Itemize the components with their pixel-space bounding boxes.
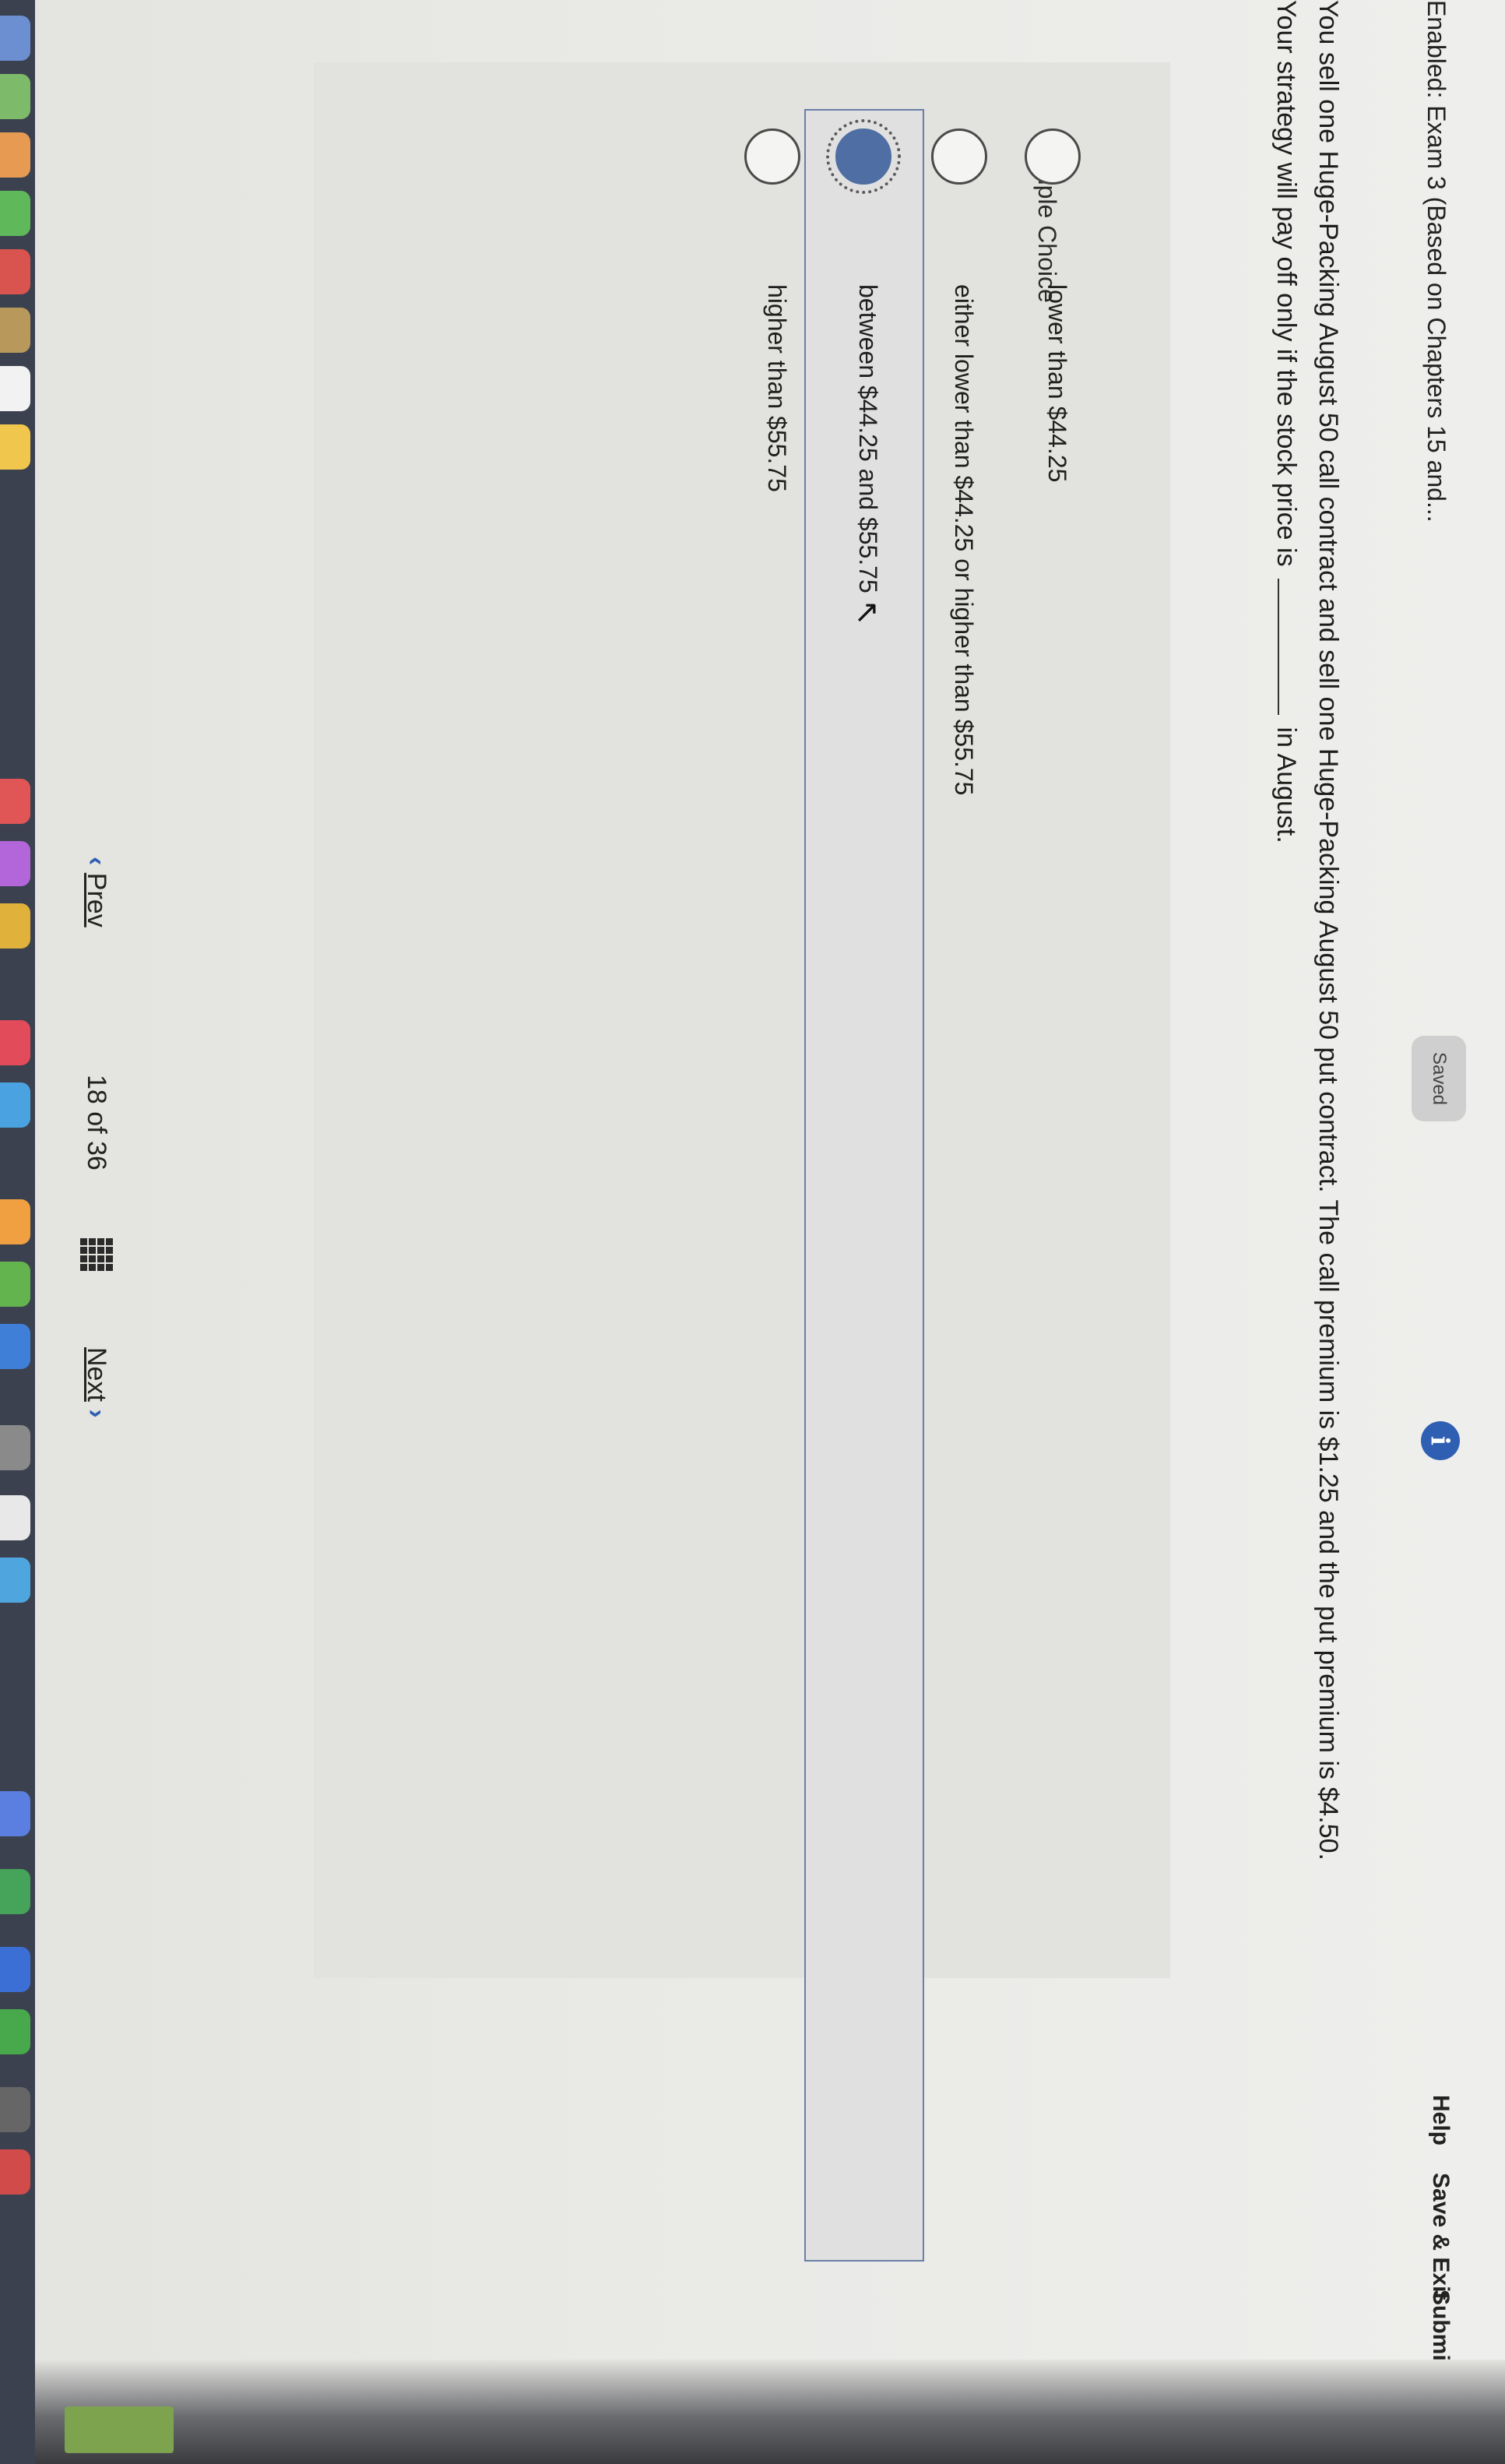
current-page: 18 [82, 1075, 111, 1104]
app-icon[interactable] [0, 2009, 30, 2054]
radio-button-selected[interactable] [826, 119, 901, 194]
maps-icon[interactable] [0, 74, 30, 119]
question-section: You sell one Huge-Packing August 50 call… [181, 0, 1349, 2262]
next-label: Next [82, 1347, 111, 1402]
answer-option-selected[interactable]: between $44.25 and $55.75 ↖ [798, 0, 924, 2262]
app-icon[interactable] [0, 1947, 30, 1992]
answer-option-label: lower than $44.25 [1043, 284, 1071, 483]
dock [0, 0, 35, 2464]
saved-status-badge: Saved [1412, 1036, 1466, 1121]
answer-options: lower than $44.25 either lower than $44.… [181, 0, 1349, 2262]
radio-button[interactable] [1025, 128, 1081, 185]
question-grid-icon[interactable] [79, 1238, 113, 1272]
app-icon[interactable] [0, 903, 30, 949]
exam-title: Enabled: Exam 3 (Based on Chapters 15 an… [1422, 0, 1450, 523]
app-icon[interactable] [0, 1869, 30, 1914]
app-icon[interactable] [0, 1791, 30, 1836]
radio-button[interactable] [744, 128, 800, 185]
info-icon[interactable]: i [1421, 1421, 1460, 1460]
numbers-icon[interactable] [0, 1262, 30, 1307]
notes-icon[interactable] [0, 424, 30, 470]
answer-option-label: between $44.25 and $55.75 [854, 284, 882, 593]
answer-option-label: higher than $55.75 [763, 284, 791, 492]
preview-icon[interactable] [0, 1082, 30, 1128]
screen-bezel [35, 2360, 1505, 2464]
next-button[interactable]: Next › [81, 1347, 111, 1418]
contacts-icon[interactable] [0, 308, 30, 353]
of-label: of [82, 1111, 111, 1134]
photos-icon[interactable] [0, 132, 30, 178]
keynote-icon[interactable] [0, 1324, 30, 1369]
news-icon[interactable] [0, 1020, 30, 1065]
mouse-pointer-icon: ↖ [850, 600, 884, 626]
question-navigation: ‹ Prev 18 of 36 Next › [41, 0, 119, 2360]
calendar-icon[interactable] [0, 249, 30, 294]
messages-icon[interactable] [0, 191, 30, 236]
app-icon[interactable] [0, 1558, 30, 1603]
podcasts-icon[interactable] [0, 841, 30, 886]
submit-link[interactable]: Submit [1427, 2290, 1454, 2369]
app-icon[interactable] [0, 2087, 30, 2132]
pages-icon[interactable] [0, 1199, 30, 1244]
finder-icon[interactable] [0, 16, 30, 61]
exam-screen: Enabled: Exam 3 (Based on Chapters 15 an… [0, 0, 1505, 2464]
prev-label: Prev [82, 872, 111, 928]
total-pages: 36 [82, 1141, 111, 1170]
pencil-icon [65, 2406, 174, 2453]
top-bar: Enabled: Exam 3 (Based on Chapters 15 an… [1357, 0, 1505, 2369]
save-exit-link[interactable]: Save & Exit [1427, 2173, 1454, 2300]
answer-option[interactable]: higher than $55.75 [707, 0, 800, 2134]
textedit-icon[interactable] [0, 1495, 30, 1540]
help-link[interactable]: Help [1427, 2095, 1454, 2145]
radio-button[interactable] [931, 128, 987, 185]
page-counter: 18 of 36 [81, 1075, 111, 1170]
app-icon[interactable] [0, 2149, 30, 2195]
reminders-icon[interactable] [0, 366, 30, 411]
app-icon[interactable] [0, 779, 30, 824]
prev-button[interactable]: ‹ Prev [81, 857, 111, 928]
answer-option[interactable]: lower than $44.25 [987, 0, 1081, 2134]
chevron-left-icon: ‹ [82, 857, 111, 866]
answer-option-label: either lower than $44.25 or higher than … [950, 284, 978, 796]
chevron-right-icon: › [82, 1409, 111, 1418]
system-preferences-icon[interactable] [0, 1425, 30, 1470]
